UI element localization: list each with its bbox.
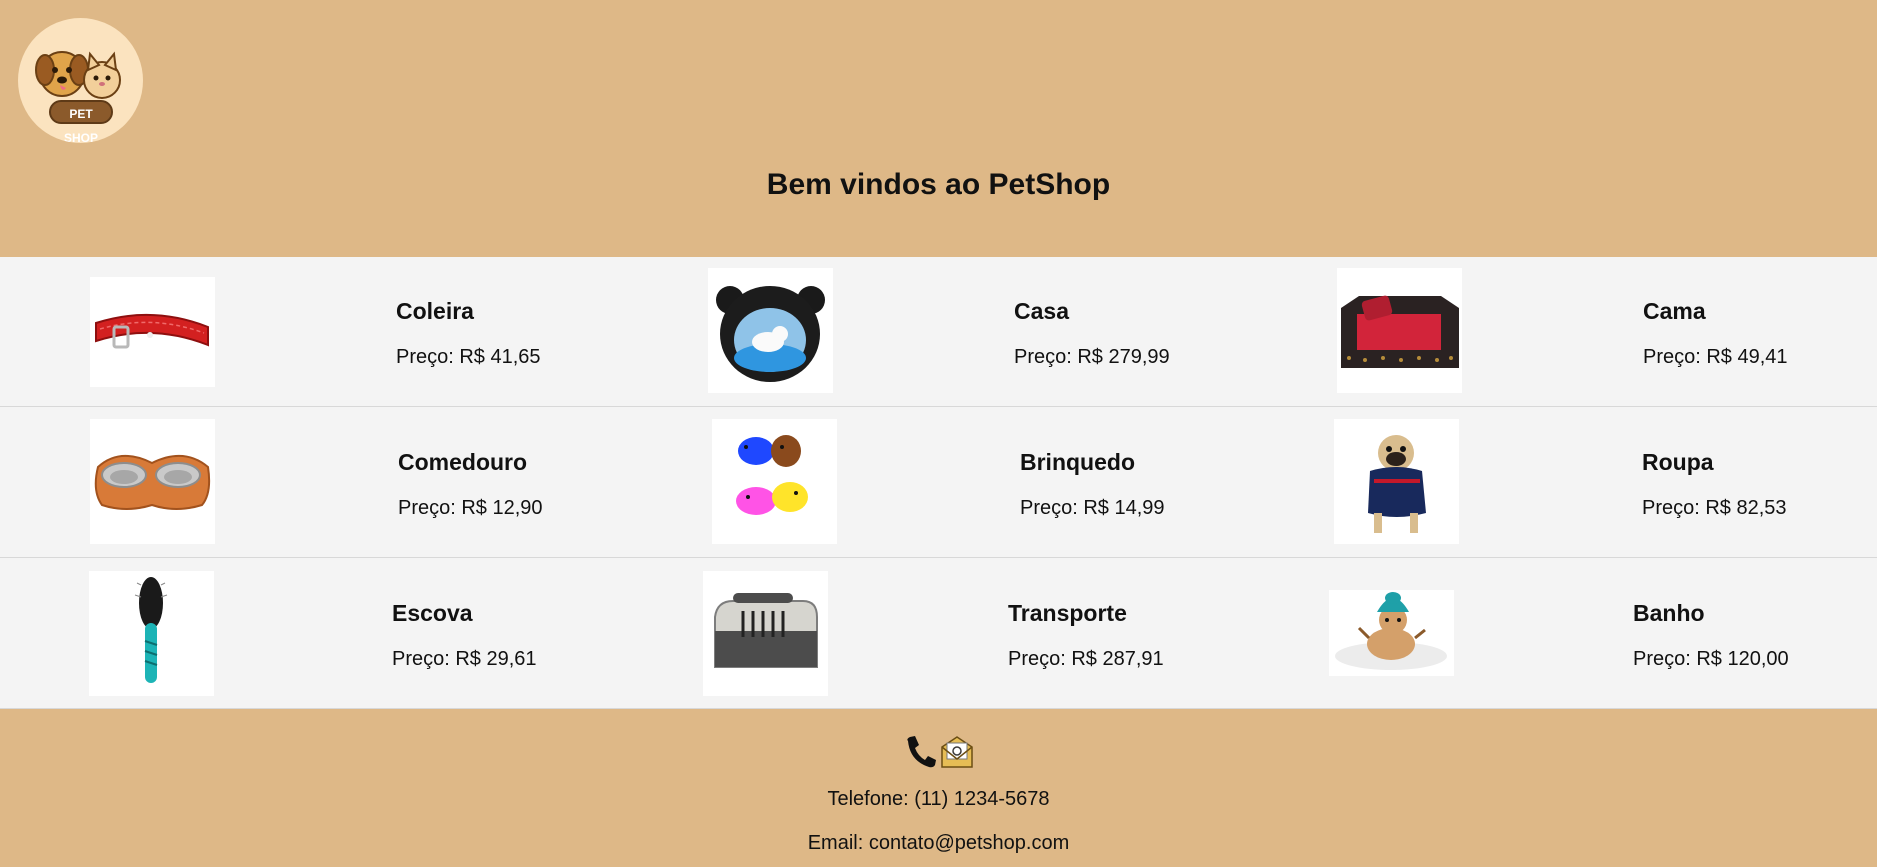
product-image-banho[interactable] [1329, 590, 1454, 676]
pet-bed-icon [1341, 295, 1459, 368]
email-address[interactable]: Email: contato@petshop.com [0, 832, 1877, 855]
product-price: Preço: R$ 82,53 [1642, 497, 1787, 519]
product-price: Preço: R$ 49,41 [1643, 346, 1788, 368]
product-name: Escova [392, 600, 473, 626]
contact-icons-graphic [907, 736, 973, 768]
product-image-transporte[interactable] [703, 571, 828, 696]
food-bowl-icon [94, 455, 211, 510]
product-price: Preço: R$ 12,90 [398, 497, 543, 519]
product-name: Roupa [1642, 449, 1714, 475]
pet-carrier-icon [714, 593, 818, 668]
dog-bath-icon [1335, 592, 1447, 670]
toy-pigs-icon [736, 435, 808, 515]
product-image-comedouro[interactable] [90, 419, 215, 544]
product-image-escova[interactable] [89, 571, 214, 696]
logo-text: PET SHOP [49, 100, 113, 143]
site-footer: Telefone: (11) 1234-5678 Email: contato@… [0, 709, 1877, 867]
product-price: Preço: R$ 14,99 [1020, 497, 1165, 519]
product-image-roupa[interactable] [1334, 419, 1459, 544]
product-name: Casa [1014, 298, 1069, 324]
contact-icons [904, 735, 974, 769]
product-name: Cama [1643, 298, 1706, 324]
product-row: Coleira Preço: R$ 41,65 Casa Preço: R$ 2… [0, 257, 1877, 407]
product-price: Preço: R$ 279,99 [1014, 346, 1170, 368]
product-price: Preço: R$ 41,65 [396, 346, 541, 368]
mail-icon[interactable] [941, 736, 973, 768]
product-image-cama[interactable] [1337, 268, 1462, 393]
product-price: Preço: R$ 287,91 [1008, 648, 1164, 670]
product-name: Banho [1633, 600, 1705, 626]
product-row: Comedouro Preço: R$ 12,90 Brinquedo Preç… [0, 408, 1877, 558]
pet-shop-logo[interactable]: PET SHOP [18, 18, 143, 143]
red-collar-icon [95, 313, 209, 349]
product-image-casa[interactable] [708, 268, 833, 393]
product-row: Escova Preço: R$ 29,61 Transporte Preço:… [0, 559, 1877, 709]
page-title: Bem vindos ao PetShop [766, 168, 1111, 201]
phone-icon[interactable] [907, 736, 936, 768]
product-price: Preço: R$ 29,61 [392, 648, 537, 670]
dog-clothes-icon [1368, 435, 1426, 533]
product-name: Coleira [396, 298, 474, 324]
pet-house-icon [716, 286, 825, 382]
brush-icon [134, 577, 168, 683]
site-header: PET SHOP Bem vindos ao PetShop [0, 0, 1877, 257]
product-name: Brinquedo [1020, 449, 1135, 475]
product-name: Transporte [1008, 600, 1127, 626]
phone-number: Telefone: (11) 1234-5678 [827, 788, 1050, 810]
product-price: Preço: R$ 120,00 [1633, 648, 1789, 670]
product-image-coleira[interactable] [90, 277, 215, 387]
product-image-brinquedo[interactable] [712, 419, 837, 544]
product-name: Comedouro [398, 449, 528, 475]
